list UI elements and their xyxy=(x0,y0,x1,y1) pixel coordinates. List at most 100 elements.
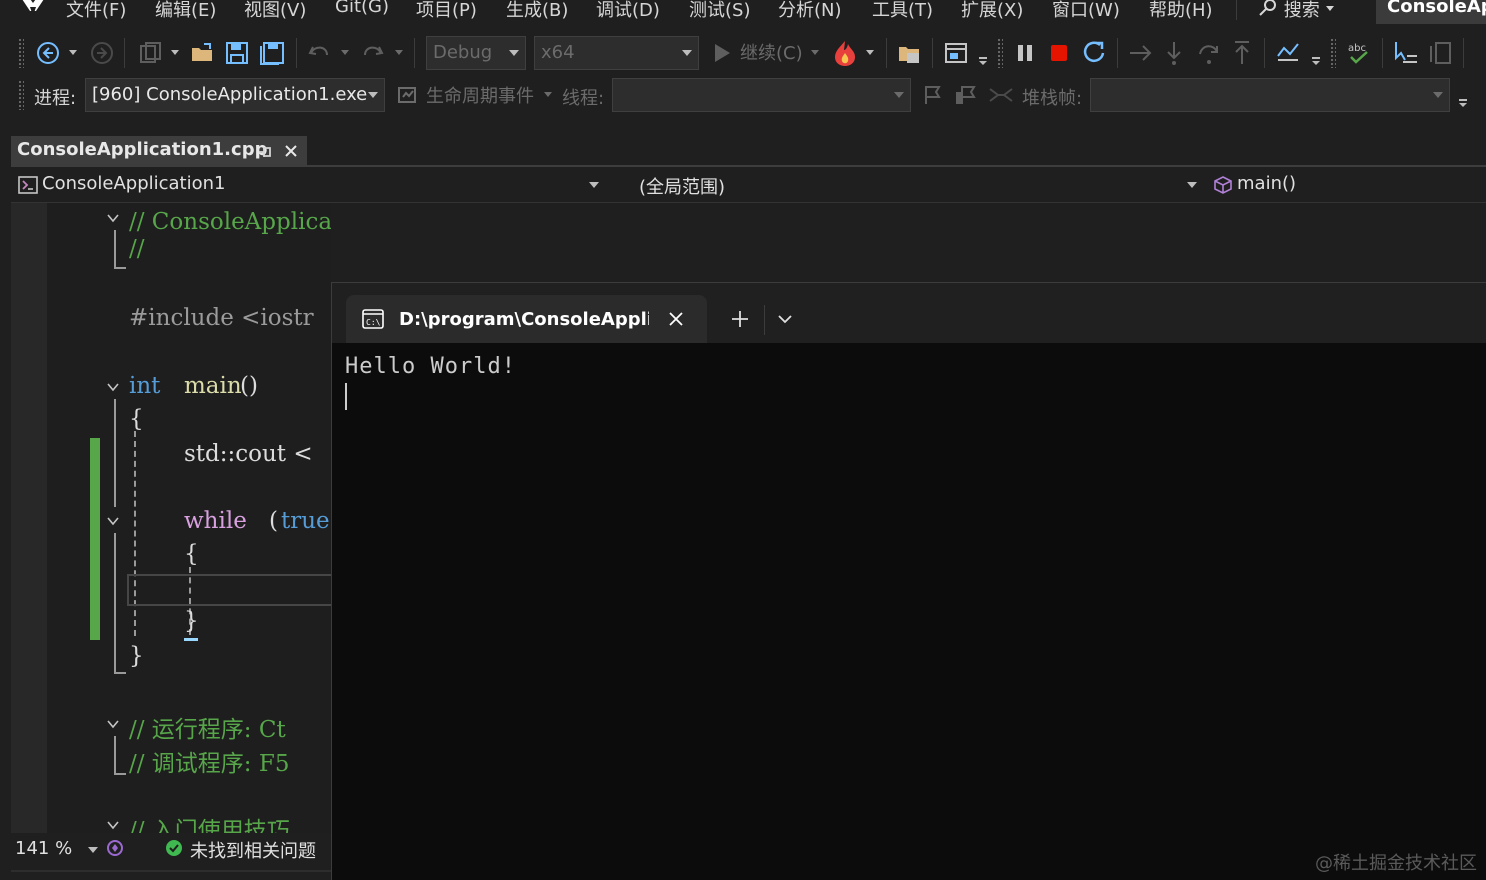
show-next-statement-icon[interactable] xyxy=(1128,42,1154,64)
lifecycle-events-button[interactable]: 生命周期事件 xyxy=(397,82,557,110)
code-inner-close-brace: } xyxy=(184,608,199,634)
close-icon[interactable] xyxy=(668,311,684,327)
lifecycle-events-label: 生命周期事件 xyxy=(426,86,534,107)
menu-window[interactable]: 窗口(W) xyxy=(1052,0,1120,22)
stackframe-select[interactable] xyxy=(1090,78,1450,112)
project-name: ConsoleApplication1 xyxy=(42,173,226,194)
redo-icon[interactable] xyxy=(361,41,385,65)
menu-test[interactable]: 测试(S) xyxy=(689,0,750,22)
menu-help[interactable]: 帮助(H) xyxy=(1149,0,1213,22)
fold-guide xyxy=(114,230,116,268)
document-outline-icon[interactable] xyxy=(1428,40,1454,66)
toggle-stack-icon[interactable] xyxy=(988,85,1014,105)
chevron-down-icon[interactable] xyxy=(778,314,792,324)
save-icon[interactable] xyxy=(225,41,249,65)
toolbar-grip[interactable] xyxy=(18,80,24,110)
fold-chevron-icon[interactable] xyxy=(107,212,119,224)
chevron-down-icon xyxy=(682,50,692,56)
fold-chevron-icon[interactable] xyxy=(107,381,119,393)
step-over-icon[interactable] xyxy=(1196,40,1222,66)
step-into-icon[interactable] xyxy=(1163,40,1185,66)
continue-button[interactable]: 继续(C) xyxy=(712,40,822,68)
solution-config-select[interactable]: Debug xyxy=(426,36,526,70)
window-layout-icon[interactable] xyxy=(944,41,970,65)
chevron-down-icon xyxy=(1187,182,1197,188)
close-icon[interactable] xyxy=(283,143,299,159)
overflow-icon[interactable] xyxy=(1311,56,1321,66)
solution-title: ConsoleAp xyxy=(1376,0,1486,24)
chevron-down-icon[interactable] xyxy=(340,49,350,57)
terminal-tab[interactable]: C:\ D:\program\ConsoleApplicati xyxy=(346,295,707,343)
chevron-down-icon[interactable] xyxy=(170,49,180,57)
flag-icon[interactable] xyxy=(922,84,944,106)
zoom-select[interactable]: 141 % xyxy=(11,833,101,863)
navigate-back-icon[interactable] xyxy=(36,41,60,65)
editor-status-bar: 141 % 未找到相关问题 xyxy=(11,833,331,863)
issues-indicator[interactable]: 未找到相关问题 xyxy=(161,833,331,863)
menu-tools[interactable]: 工具(T) xyxy=(872,0,933,22)
toolbar-grip[interactable] xyxy=(997,38,1003,68)
member-select[interactable]: main() xyxy=(1211,170,1486,200)
diagnostic-icon[interactable] xyxy=(1276,40,1302,66)
menu-file[interactable]: 文件(F) xyxy=(66,0,126,22)
document-tab[interactable]: ConsoleApplication1.cpp xyxy=(11,136,307,166)
chevron-down-icon[interactable] xyxy=(68,49,78,57)
folder-browse-icon[interactable] xyxy=(897,41,923,65)
navigate-forward-icon[interactable] xyxy=(90,41,114,65)
member-name: main() xyxy=(1237,173,1297,194)
code-editor[interactable]: // ConsoleApplication1.cpp : 此文件包含 "main… xyxy=(11,203,331,833)
menu-view[interactable]: 视图(V) xyxy=(244,0,306,22)
toolbar-grip[interactable] xyxy=(1330,38,1336,68)
chevron-down-icon[interactable] xyxy=(394,49,404,57)
overflow-icon[interactable] xyxy=(978,56,988,66)
toolbar-grip[interactable] xyxy=(18,38,24,68)
editor-gutter xyxy=(11,203,47,833)
menu-analyze[interactable]: 分析(N) xyxy=(778,0,842,22)
terminal-caret xyxy=(345,383,347,410)
chevron-down-icon[interactable] xyxy=(810,49,820,57)
hot-reload-icon[interactable] xyxy=(832,39,858,67)
toolbar-separator xyxy=(1117,38,1118,68)
undo-icon[interactable] xyxy=(307,41,331,65)
search-button[interactable]: 搜索 xyxy=(1258,0,1335,22)
project-select[interactable]: ConsoleApplication1 xyxy=(15,170,603,200)
thread-label: 线程: xyxy=(562,88,605,109)
fold-chevron-icon[interactable] xyxy=(107,819,119,831)
restart-icon[interactable] xyxy=(1081,40,1107,66)
new-project-icon[interactable] xyxy=(138,41,164,65)
menu-edit[interactable]: 编辑(E) xyxy=(155,0,216,22)
fold-chevron-icon[interactable] xyxy=(107,515,119,527)
pause-icon[interactable] xyxy=(1015,43,1035,63)
menu-git[interactable]: Git(G) xyxy=(335,0,389,17)
select-element-icon[interactable] xyxy=(1393,40,1419,66)
chevron-down-icon xyxy=(368,92,378,98)
fold-chevron-icon[interactable] xyxy=(107,718,119,730)
chevron-down-icon xyxy=(1433,92,1443,98)
scope-select[interactable]: (全局范围) xyxy=(609,170,1209,200)
stop-icon[interactable] xyxy=(1049,43,1069,63)
chevron-down-icon[interactable] xyxy=(865,49,875,57)
flag-threads-icon[interactable] xyxy=(954,84,978,106)
fold-guide xyxy=(114,736,116,774)
fold-guide xyxy=(114,533,116,673)
menu-extensions[interactable]: 扩展(X) xyxy=(961,0,1023,22)
open-folder-icon[interactable] xyxy=(190,41,216,65)
step-out-icon[interactable] xyxy=(1231,40,1253,66)
code-include: #include <iostr xyxy=(129,305,314,331)
menu-project[interactable]: 项目(P) xyxy=(416,0,477,22)
pin-icon[interactable] xyxy=(257,144,273,160)
thread-select[interactable] xyxy=(612,78,911,112)
menu-build[interactable]: 生成(B) xyxy=(506,0,568,22)
search-icon xyxy=(1259,0,1276,16)
visual-studio-logo-icon[interactable] xyxy=(18,0,48,20)
terminal-window[interactable]: C:\ D:\program\ConsoleApplicati Hello Wo… xyxy=(331,282,1486,880)
overflow-icon[interactable] xyxy=(1458,98,1468,108)
watermark: @稀土掘金技术社区 xyxy=(1315,853,1477,874)
spell-check-icon[interactable]: abc xyxy=(1345,40,1371,66)
process-select[interactable]: [960] ConsoleApplication1.exe xyxy=(85,78,385,112)
menu-debug[interactable]: 调试(D) xyxy=(596,0,660,22)
solution-platform-select[interactable]: x64 xyxy=(534,36,699,70)
save-all-icon[interactable] xyxy=(259,41,285,65)
intellicode-icon[interactable] xyxy=(105,838,125,858)
new-tab-plus-icon[interactable] xyxy=(731,310,749,328)
